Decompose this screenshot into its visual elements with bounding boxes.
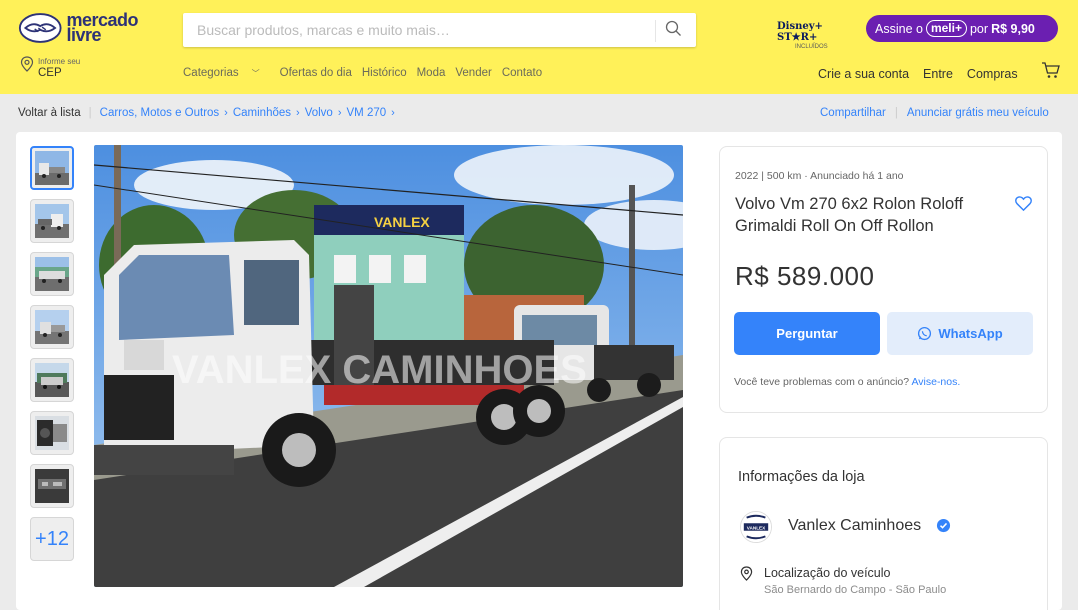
cart-icon[interactable] <box>1040 60 1062 80</box>
purchases-link[interactable]: Compras <box>967 67 1018 81</box>
search-icon[interactable] <box>664 19 684 39</box>
store-logo[interactable]: VANLEX <box>740 511 772 543</box>
store-sign-text: VANLEX <box>374 214 430 230</box>
chevron-right-icon: › <box>337 107 342 119</box>
report-text: Você teve problemas com o anúncio? <box>734 376 910 388</box>
truck-photo-thumb <box>35 257 69 291</box>
report-problem: Você teve problemas com o anúncio? Avise… <box>734 376 960 388</box>
watermark-text: VANLEX CAMINHOES <box>172 348 587 392</box>
buy-box: 2022 | 500 km · Anunciado há 1 ano Volvo… <box>719 146 1048 413</box>
nav-moda[interactable]: Moda <box>417 67 446 79</box>
listing-subtitle: 2022 | 500 km · Anunciado há 1 ano <box>735 170 904 182</box>
nav-vender[interactable]: Vender <box>455 67 491 79</box>
header: mercado livre Disney+ ST★R+ INCLUÍDOS As… <box>0 0 1078 94</box>
whatsapp-icon <box>918 326 932 341</box>
heart-icon[interactable] <box>1014 194 1033 213</box>
meli-middle: por <box>969 21 989 36</box>
ask-button[interactable]: Perguntar <box>734 312 880 355</box>
listing-price: R$ 589.000 <box>735 261 875 291</box>
thumbnail-4[interactable] <box>30 305 74 349</box>
store-name[interactable]: Vanlex Caminhoes <box>788 517 921 535</box>
breadcrumb-item-caminhoes[interactable]: Caminhões <box>233 107 291 119</box>
create-account-link[interactable]: Crie a sua conta <box>818 67 909 81</box>
search-input[interactable] <box>183 13 653 47</box>
breadcrumb-item-vm270[interactable]: VM 270 <box>347 107 387 119</box>
chevron-down-icon: ﹀ <box>251 69 260 78</box>
more-photos-button[interactable]: +12 <box>30 517 74 561</box>
truck-photo-thumb <box>35 310 69 344</box>
nav-ofertas[interactable]: Ofertas do dia <box>280 67 352 79</box>
store-info-heading: Informações da loja <box>738 469 865 485</box>
thumbnail-5[interactable] <box>30 358 74 402</box>
cep-selector[interactable]: Informe seu CEP <box>20 55 120 85</box>
search-bar <box>183 13 696 47</box>
report-link[interactable]: Avise-nos. <box>911 376 960 388</box>
share-link[interactable]: Compartilhar <box>820 107 886 119</box>
truck-photo-thumb <box>35 363 69 397</box>
disney-star-promo[interactable]: Disney+ ST★R+ INCLUÍDOS <box>777 21 859 50</box>
store-logo-text: VANLEX <box>747 525 766 530</box>
announce-vehicle-link[interactable]: Anunciar grátis meu veículo <box>907 107 1049 119</box>
truck-photo-thumb <box>35 204 69 238</box>
back-to-list-link[interactable]: Voltar à lista <box>18 107 81 119</box>
cep-small-label: Informe seu <box>38 57 81 66</box>
nav-categorias-label: Categorias <box>183 67 239 79</box>
breadcrumb: Voltar à lista | Carros, Motos e Outros … <box>18 107 400 119</box>
category-nav: Categorias ﹀ Ofertas do dia Histórico Mod… <box>183 67 552 79</box>
store-info-box: Informações da loja VANLEX Vanlex Caminh… <box>719 437 1048 610</box>
share-links: Compartilhar | Anunciar grátis meu veícu… <box>820 107 1049 119</box>
cabin-photo-thumb <box>35 416 69 450</box>
vanlex-logo-icon: VANLEX <box>741 512 771 542</box>
thumbnail-7[interactable] <box>30 464 74 508</box>
disney-brand: Disney+ ST★R+ <box>777 21 823 43</box>
thumbnail-2[interactable] <box>30 199 74 243</box>
meli-plus-banner[interactable]: Assine o meli+ por R$ 9,90 <box>866 15 1058 42</box>
nav-historico[interactable]: Histórico <box>362 67 407 79</box>
more-photos-count: +12 <box>35 527 69 550</box>
truck-photo-thumb <box>35 151 69 185</box>
mercado-livre-logo[interactable]: mercado livre <box>18 10 138 46</box>
chevron-right-icon: › <box>391 107 395 119</box>
thumbnail-1[interactable] <box>30 146 74 190</box>
truck-photo: VANLEX VANLEX CAMINHOES <box>94 145 683 587</box>
user-nav: Crie a sua conta Entre Compras <box>818 67 1032 81</box>
disney-sub: INCLUÍDOS <box>795 44 828 50</box>
cep-main-label: CEP <box>38 67 62 79</box>
listing-title: Volvo Vm 270 6x2 Rolon Roloff Grimaldi R… <box>735 195 964 235</box>
search-divider <box>655 20 656 42</box>
meli-badge: meli+ <box>925 20 967 37</box>
login-link[interactable]: Entre <box>923 67 953 81</box>
interior-photo-thumb <box>35 469 69 503</box>
logo-text: mercado livre <box>66 11 138 45</box>
thumbnail-3[interactable] <box>30 252 74 296</box>
breadcrumb-divider: | <box>88 107 92 119</box>
nav-categorias[interactable]: Categorias ﹀ <box>183 67 270 79</box>
verified-badge-icon <box>936 518 951 533</box>
location-pin-icon <box>740 566 753 581</box>
breadcrumb-item-volvo[interactable]: Volvo <box>305 107 333 119</box>
chevron-right-icon: › <box>296 107 300 119</box>
whatsapp-button[interactable]: WhatsApp <box>887 312 1033 355</box>
chevron-right-icon: › <box>224 107 228 119</box>
handshake-logo-icon <box>18 13 62 43</box>
share-divider: | <box>894 107 898 119</box>
meli-price: R$ 9,90 <box>991 21 1035 36</box>
vehicle-location-label: Localização do veículo <box>764 566 891 580</box>
breadcrumb-item-carros[interactable]: Carros, Motos e Outros <box>100 107 220 119</box>
logo-line2: livre <box>66 25 101 45</box>
vehicle-location-value: São Bernardo do Campo - São Paulo <box>764 584 947 596</box>
location-pin-icon <box>20 56 34 72</box>
main-product-image[interactable]: VANLEX VANLEX CAMINHOES <box>94 145 683 587</box>
whatsapp-button-label: WhatsApp <box>938 326 1003 341</box>
thumbnail-6[interactable] <box>30 411 74 455</box>
meli-prefix: Assine o <box>875 21 923 36</box>
nav-contato[interactable]: Contato <box>502 67 542 79</box>
